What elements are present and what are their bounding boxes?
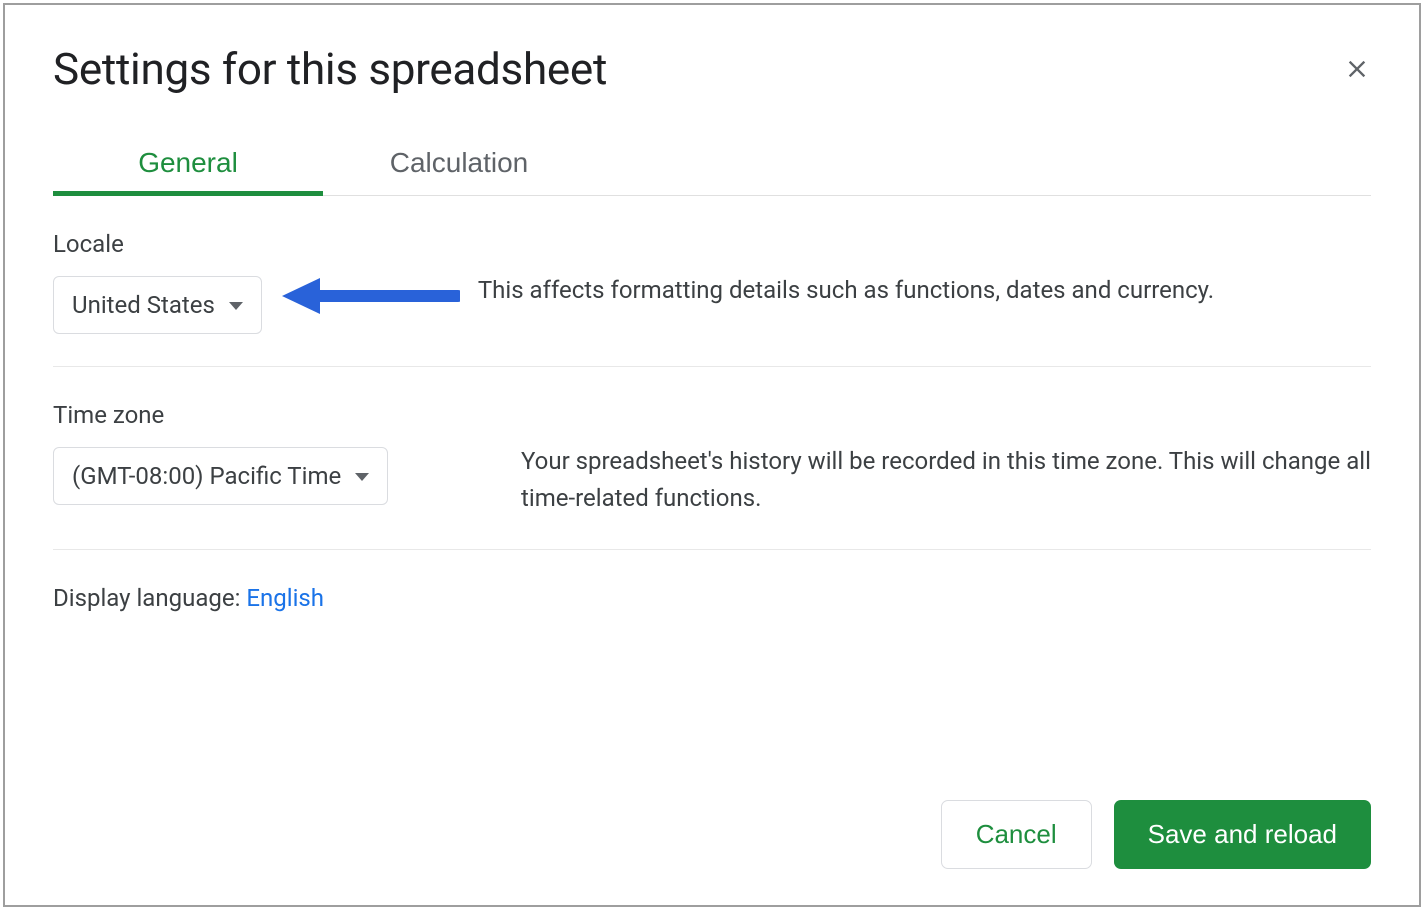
display-language-label: Display language: xyxy=(53,584,246,612)
locale-value: United States xyxy=(72,291,215,319)
dialog-footer: Cancel Save and reload xyxy=(53,770,1371,869)
cancel-button[interactable]: Cancel xyxy=(941,800,1092,869)
timezone-value: (GMT-08:00) Pacific Time xyxy=(72,462,341,490)
dialog-body: Locale United States This affects format… xyxy=(53,196,1371,770)
locale-description: This affects formatting details such as … xyxy=(478,230,1371,309)
close-icon xyxy=(1343,55,1371,83)
timezone-description: Your spreadsheet's history will be recor… xyxy=(521,401,1371,517)
dialog-header: Settings for this spreadsheet xyxy=(53,43,1371,95)
display-language-link[interactable]: English xyxy=(246,584,324,612)
caret-down-icon xyxy=(229,302,243,310)
display-language-row: Display language: English xyxy=(53,550,1371,612)
tab-general[interactable]: General xyxy=(53,147,323,195)
settings-dialog: Settings for this spreadsheet General Ca… xyxy=(3,3,1421,907)
timezone-select[interactable]: (GMT-08:00) Pacific Time xyxy=(53,447,388,505)
dialog-title: Settings for this spreadsheet xyxy=(53,43,607,95)
locale-select[interactable]: United States xyxy=(53,276,262,334)
save-and-reload-button[interactable]: Save and reload xyxy=(1114,800,1371,869)
tab-calculation[interactable]: Calculation xyxy=(323,147,595,195)
locale-label: Locale xyxy=(53,230,262,258)
timezone-section: Time zone (GMT-08:00) Pacific Time Your … xyxy=(53,367,1371,550)
annotation-arrow xyxy=(280,230,460,318)
tabs: General Calculation xyxy=(53,147,1371,196)
timezone-label: Time zone xyxy=(53,401,503,429)
close-button[interactable] xyxy=(1337,49,1377,89)
caret-down-icon xyxy=(355,473,369,481)
locale-section: Locale United States This affects format… xyxy=(53,196,1371,367)
arrow-left-icon xyxy=(280,274,460,318)
